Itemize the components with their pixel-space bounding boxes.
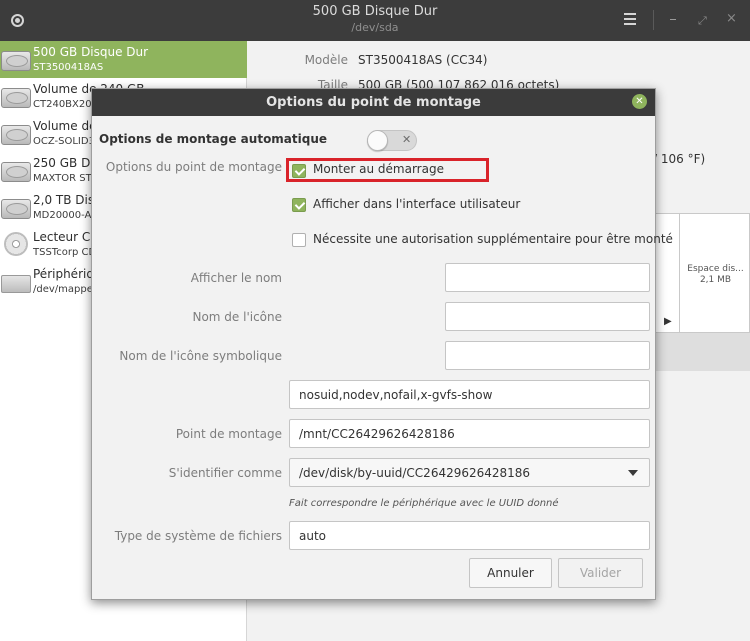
mount-at-startup-checkbox[interactable] [292,164,306,178]
scroll-right-icon[interactable]: ▶ [664,316,672,327]
model-label: Modèle [304,53,348,67]
device-name: 250 GB Dis [33,156,100,170]
mount-options-label: Options du point de montage [105,160,282,174]
device-name: Volume de [33,119,97,133]
peripheral-icon [1,269,31,295]
minimize-icon[interactable] [670,19,676,20]
device-name: Périphériq [33,267,94,281]
display-name-field[interactable] [445,263,650,292]
volume-map[interactable]: ▶ Espace dis... 2,1 MB [653,213,750,334]
close-dialog-icon[interactable]: ✕ [632,94,647,109]
free-space-label: Espace dis... [687,264,744,274]
toggle-knob [367,130,388,151]
validate-button[interactable]: Valider [558,558,643,588]
hamburger-menu-icon[interactable] [624,13,636,25]
icon-name-label: Nom de l'icône [192,310,282,324]
dialog-titlebar: Options du point de montage ✕ [92,89,655,116]
device-model: OCZ-SOLID3 [33,136,95,147]
hard-disk-icon [1,47,31,73]
titlebar-separator [653,10,654,30]
identify-as-value: /dev/disk/by-uuid/CC26429626428186 [299,466,531,480]
mount-at-startup-label[interactable]: Monter au démarrage [313,162,444,176]
mount-options-dialog: Options du point de montage ✕ Options de… [91,88,673,600]
hard-disk-icon [1,195,31,221]
device-model: CT240BX200 [33,99,98,110]
hard-disk-icon [1,121,31,147]
volume-toolbar-strip [653,333,750,371]
icon-name-field[interactable] [445,302,650,331]
device-model: MD20000-AD [33,210,100,221]
hard-disk-icon [1,158,31,184]
dropdown-arrow-icon [628,470,638,476]
device-model: ST3500418AS [33,62,104,73]
cancel-button[interactable]: Annuler [469,558,552,588]
maximize-icon[interactable]: ⤢ [698,14,707,28]
toggle-off-icon: ✕ [402,133,412,146]
device-model: /dev/mappe [33,284,93,295]
device-model: TSSTcorp CD [33,247,97,258]
show-in-ui-label[interactable]: Afficher dans l'interface utilisateur [313,197,520,211]
dialog-title: Options du point de montage [266,95,481,110]
display-name-label: Afficher le nom [190,271,282,285]
symbolic-icon-label: Nom de l'icône symbolique [119,349,282,363]
fs-type-label: Type de système de fichiers [114,529,282,543]
temperature-value: / 106 °F) [653,152,706,166]
fs-type-field[interactable]: auto [289,521,650,550]
identify-as-dropdown[interactable]: /dev/disk/by-uuid/CC26429626428186 [289,458,650,487]
mount-point-label: Point de montage [175,427,282,441]
device-name: 500 GB Disque Dur [33,45,149,59]
device-name: Lecteur CD [33,230,100,244]
identify-hint: Fait correspondre le périphérique avec l… [289,498,559,509]
symbolic-icon-field[interactable] [445,341,650,370]
free-space-segment[interactable]: Espace dis... 2,1 MB [680,264,750,286]
show-in-ui-checkbox[interactable] [292,198,306,212]
window-title: 500 GB Disque Dur [312,4,438,19]
optical-disc-icon [1,232,31,258]
hard-disk-icon [1,84,31,110]
auto-mount-toggle[interactable]: ✕ [367,130,417,151]
auto-mount-label: Options de montage automatique [99,132,328,146]
window-subtitle: /dev/sda [351,21,399,34]
require-auth-checkbox[interactable] [292,233,306,247]
require-auth-label[interactable]: Nécessite une autorisation supplémentair… [313,232,673,246]
free-space-size: 2,1 MB [699,275,732,285]
sidebar-item-500gb-disk[interactable]: 500 GB Disque Dur ST3500418AS [0,41,247,78]
mount-options-field[interactable]: nosuid,nodev,nofail,x-gvfs-show [289,380,650,409]
identify-as-label: S'identifier comme [168,466,282,480]
close-window-icon[interactable]: × [726,11,737,26]
window-titlebar: 500 GB Disque Dur /dev/sda ⤢ × [0,0,750,41]
mount-point-field[interactable]: /mnt/CC26429626428186 [289,419,650,448]
model-value: ST3500418AS (CC34) [358,53,488,67]
